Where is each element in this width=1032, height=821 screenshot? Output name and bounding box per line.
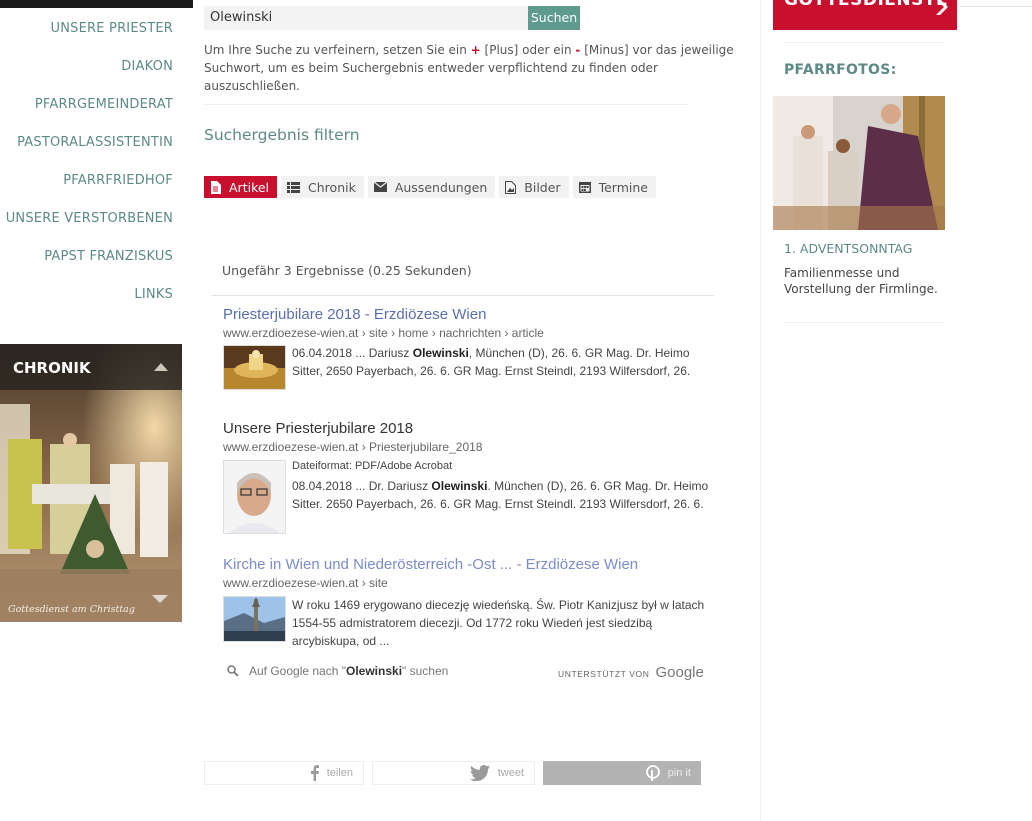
result-title-link[interactable]: Unsere Priesterjubilare 2018 [223, 420, 413, 437]
tab-aussendungen[interactable]: Aussendungen [367, 176, 496, 198]
chevron-down-icon[interactable] [152, 595, 168, 603]
image-file-icon [505, 180, 517, 194]
divider [784, 42, 944, 43]
filter-title: Suchergebnis filtern [204, 126, 360, 144]
nav-item-pastoralassistentin[interactable]: PASTORALASSISTENTIN [17, 135, 173, 150]
result-thumbnail[interactable] [223, 596, 286, 642]
google-search-link[interactable]: Auf Google nach " Olewinski " suchen [227, 664, 448, 678]
gottesdienste-button[interactable]: GOTTESDIENSTE [773, 0, 957, 30]
tab-artikel[interactable]: Artikel [204, 176, 278, 198]
result-meta: Dateiformat: PDF/Adobe Acrobat [292, 460, 453, 472]
result-thumbnail[interactable] [223, 460, 286, 534]
result-url: www.erzdioezese-wien.at › site › home › … [223, 326, 544, 340]
tab-chronik[interactable]: Chronik [281, 176, 364, 198]
result-title-link[interactable]: Kirche in Wien und Niederösterreich -Ost… [223, 556, 638, 573]
tab-label: Bilder [524, 179, 561, 195]
facebook-icon [310, 765, 319, 781]
pfarrfotos-heading: PFARRFOTOS: [784, 62, 897, 78]
result-snippet: W roku 1469 erygowano diecezję wiedeńską… [292, 598, 705, 648]
pfarrfoto-image[interactable] [773, 96, 945, 230]
divider [960, 6, 1032, 7]
header-dark-strip [0, 0, 193, 8]
result-image [224, 461, 285, 533]
nav-item-links[interactable]: LINKS [134, 287, 173, 302]
chronik-header: CHRONIK [0, 344, 182, 390]
search-hint: Um Ihre Suche zu verfeinern, setzen Sie … [204, 43, 734, 93]
result-snippet: 08.04.2018 ... Dr. Dariusz Olewinski. Mü… [292, 479, 709, 511]
powered-by-google: UNTERSTÜTZT VON Google [558, 664, 704, 681]
result-thumbnail[interactable] [223, 345, 286, 390]
document-icon [211, 180, 221, 194]
facebook-share-button[interactable]: teilen [204, 761, 364, 785]
search-icon [227, 665, 239, 677]
nav-item-diakon[interactable]: DIAKON [121, 59, 173, 74]
envelope-icon [373, 182, 387, 192]
result-image [224, 346, 285, 389]
result-snippet: 06.04.2018 ... Dariusz Olewinski, Münche… [292, 346, 691, 378]
chronik-widget[interactable]: CHRONIK Gottesdienst am Christtag [0, 344, 182, 622]
photo-title[interactable]: 1. ADVENTSONNTAG [784, 241, 912, 256]
nav-item-pfarrfriedhof[interactable]: PFARRFRIEDHOF [63, 173, 173, 188]
pinterest-share-button[interactable]: pin it [543, 761, 701, 785]
divider [204, 104, 688, 105]
chronik-title: CHRONIK [13, 359, 91, 377]
twitter-share-button[interactable]: tweet [372, 761, 535, 785]
list-icon [287, 181, 301, 193]
filter-tabs: Artikel Chronik Aussendungen Bilder Term… [204, 176, 656, 198]
column-divider [760, 0, 761, 821]
tab-label: Aussendungen [394, 179, 488, 195]
result-url: www.erzdioezese-wien.at › Priesterjubila… [223, 440, 483, 454]
photo-description: Familienmesse und Vorstellung der Firmli… [784, 266, 938, 296]
nav-item-pfarrgemeinderat[interactable]: PFARRGEMEINDERAT [35, 97, 173, 112]
chevron-up-icon[interactable] [154, 363, 168, 371]
tab-label: Chronik [308, 179, 356, 195]
search-input[interactable]: Olewinski [204, 6, 528, 30]
nav-item-unsere-verstorbenen[interactable]: UNSERE VERSTORBENEN [6, 211, 173, 226]
chronik-caption: Gottesdienst am Christtag [8, 604, 135, 615]
result-title-link[interactable]: Priesterjubilare 2018 - Erzdiözese Wien [223, 306, 486, 323]
nav-item-unsere-priester[interactable]: UNSERE PRIESTER [51, 21, 173, 36]
arrow-right-icon [936, 0, 948, 15]
search-button[interactable]: Suchen [528, 6, 580, 30]
result-image [224, 597, 285, 641]
tab-label: Artikel [229, 179, 270, 195]
google-logo: Google [655, 664, 704, 681]
twitter-icon [469, 765, 490, 781]
tab-termine[interactable]: Termine [572, 176, 656, 198]
result-url: www.erzdioezese-wien.at › site [223, 576, 388, 590]
divider [212, 295, 714, 296]
photo-advent [773, 96, 945, 230]
divider [784, 322, 944, 323]
gottesdienste-label: GOTTESDIENSTE [784, 0, 949, 10]
tab-label: Termine [598, 179, 648, 195]
calendar-icon [578, 182, 591, 193]
nav-item-papst-franziskus[interactable]: PAPST FRANZISKUS [44, 249, 173, 264]
pinterest-icon [645, 765, 660, 781]
result-count: Ungefähr 3 Ergebnisse (0.25 Sekunden) [222, 263, 472, 278]
tab-bilder[interactable]: Bilder [499, 176, 569, 198]
